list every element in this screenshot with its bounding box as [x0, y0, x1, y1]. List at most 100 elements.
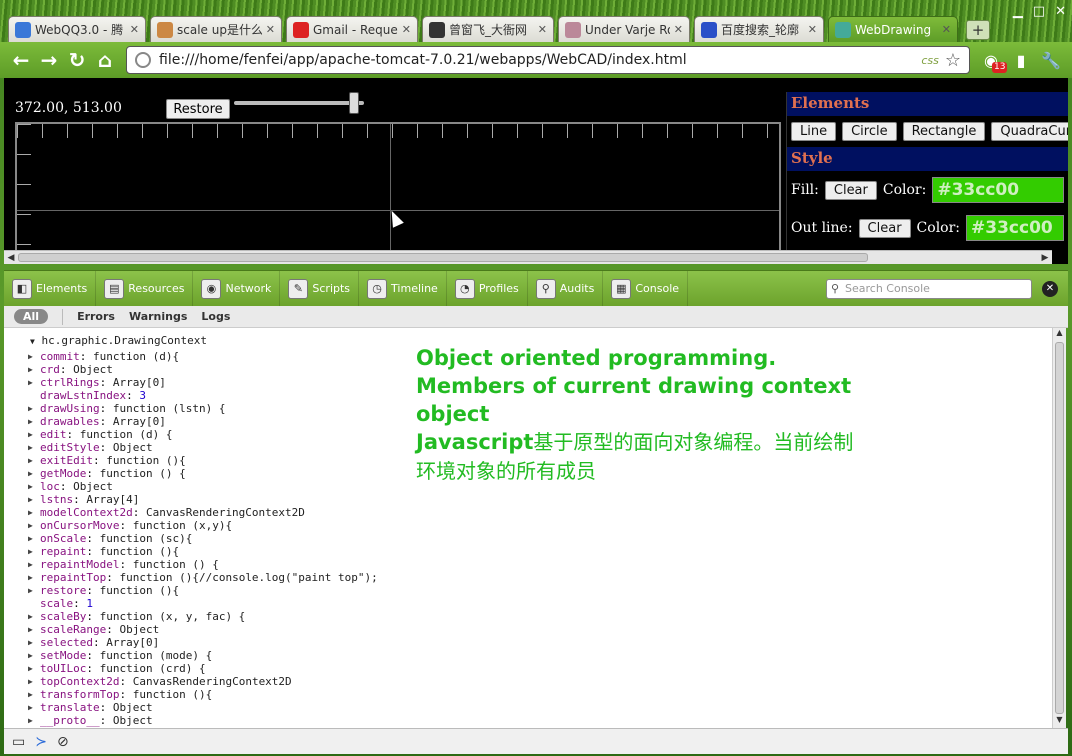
- property-row[interactable]: ▶ selected: Array[0]: [28, 636, 378, 649]
- outline-color-input[interactable]: #33cc00: [966, 215, 1064, 241]
- tab-4[interactable]: 曾窗飞_大衙网 ✕: [422, 16, 554, 42]
- console-scroll-thumb[interactable]: [1055, 342, 1064, 714]
- property-row[interactable]: ▶ repaintTop: function (){//console.log("…: [28, 571, 378, 584]
- expand-triangle-icon[interactable]: ▶: [28, 636, 33, 649]
- property-row[interactable]: ▶ exitEdit: function (){: [28, 454, 378, 467]
- tab-close-icon[interactable]: ✕: [398, 23, 411, 36]
- devtools-tab-console[interactable]: ▦ Console: [603, 270, 689, 307]
- scroll-right-icon[interactable]: ▶: [1038, 251, 1052, 265]
- scroll-up-icon[interactable]: ▲: [1053, 328, 1066, 341]
- filter-warnings[interactable]: Warnings: [129, 310, 187, 323]
- property-row[interactable]: ▶ toUILoc: function (crd) {: [28, 662, 378, 675]
- console-prompt-icon[interactable]: ≻: [35, 734, 47, 750]
- property-row[interactable]: ▶ scaleRange: Object: [28, 623, 378, 636]
- property-row[interactable]: ▶ lstns: Array[4]: [28, 493, 378, 506]
- home-button[interactable]: ⌂: [92, 47, 118, 73]
- expand-triangle-icon[interactable]: ▶: [28, 532, 33, 545]
- quadracurve-button[interactable]: QuadraCurv: [991, 122, 1068, 141]
- circle-button[interactable]: Circle: [842, 122, 897, 141]
- expand-triangle-icon[interactable]: ▶: [28, 662, 33, 675]
- expand-triangle-icon[interactable]: ▶: [28, 402, 33, 415]
- console-vertical-scrollbar[interactable]: ▲ ▼: [1052, 328, 1066, 728]
- scroll-down-icon[interactable]: ▼: [1053, 715, 1066, 728]
- devtools-tab-resources[interactable]: ▤ Resources: [96, 270, 194, 307]
- expand-triangle-icon[interactable]: ▶: [28, 610, 33, 623]
- property-row[interactable]: ▶ drawUsing: function (lstn) {: [28, 402, 378, 415]
- expand-triangle-icon[interactable]: ▶: [28, 441, 33, 454]
- tab-3[interactable]: Gmail - Reques ✕: [286, 16, 418, 42]
- property-row[interactable]: ▶ scaleBy: function (x, y, fac) {: [28, 610, 378, 623]
- tab-close-icon[interactable]: ✕: [262, 23, 275, 36]
- expand-triangle-icon[interactable]: ▶: [28, 480, 33, 493]
- devtools-tab-network[interactable]: ◉ Network: [193, 270, 281, 307]
- tab-close-icon[interactable]: ✕: [670, 23, 683, 36]
- restore-button[interactable]: Restore: [166, 99, 230, 119]
- fill-clear-button[interactable]: Clear: [824, 180, 877, 200]
- property-row[interactable]: ▶ setMode: function (mode) {: [28, 649, 378, 662]
- expand-triangle-icon[interactable]: ▶: [28, 415, 33, 428]
- tab-5[interactable]: Under Varje Ro ✕: [558, 16, 690, 42]
- expand-triangle-icon[interactable]: ▶: [28, 675, 33, 688]
- property-row[interactable]: ▶ ctrlRings: Array[0]: [28, 376, 378, 389]
- tab-2[interactable]: scale up是什么 ✕: [150, 16, 282, 42]
- close-devtools-icon[interactable]: ✕: [1042, 281, 1058, 297]
- fill-color-input[interactable]: #33cc00: [932, 177, 1064, 203]
- expand-triangle-icon[interactable]: ▶: [28, 363, 33, 376]
- close-window-icon[interactable]: ✕: [1055, 4, 1066, 19]
- expand-triangle-icon[interactable]: ▶: [28, 506, 33, 519]
- minimize-icon[interactable]: ▁: [1013, 4, 1023, 19]
- forward-button[interactable]: →: [36, 47, 62, 73]
- property-row[interactable]: ▶ transformTop: function (){: [28, 688, 378, 701]
- bookmark-star-icon[interactable]: ☆: [945, 50, 961, 71]
- expand-triangle-icon[interactable]: ▶: [28, 545, 33, 558]
- devtools-tab-timeline[interactable]: ◷ Timeline: [359, 270, 447, 307]
- property-row[interactable]: ▶ modelContext2d: CanvasRenderingContext2…: [28, 506, 378, 519]
- property-row[interactable]: ▶ repaintModel: function () {: [28, 558, 378, 571]
- property-row[interactable]: ▶ topContext2d: CanvasRenderingContext2D: [28, 675, 378, 688]
- expand-triangle-icon[interactable]: ▶: [28, 571, 33, 584]
- expand-triangle-icon[interactable]: ▶: [28, 493, 33, 506]
- property-row[interactable]: ▶ commit: function (d){: [28, 350, 378, 363]
- property-row[interactable]: ▶ restore: function (){: [28, 584, 378, 597]
- property-row[interactable]: ▶ __proto__: Object: [28, 714, 378, 727]
- scroll-left-icon[interactable]: ◀: [4, 251, 18, 265]
- expand-triangle-icon[interactable]: ▶: [28, 558, 33, 571]
- expand-triangle-icon[interactable]: ▶: [28, 714, 33, 727]
- tab-6[interactable]: 百度搜索_轮廓 ✕: [694, 16, 824, 42]
- scroll-thumb[interactable]: [18, 253, 868, 262]
- settings-button[interactable]: 🔧: [1040, 50, 1062, 72]
- maximize-icon[interactable]: □: [1033, 4, 1045, 19]
- expand-triangle-icon[interactable]: ▶: [28, 376, 33, 389]
- devtools-tab-audits[interactable]: ⚲ Audits: [528, 270, 604, 307]
- zoom-slider-track[interactable]: [234, 101, 364, 105]
- property-row[interactable]: ▶ onCursorMove: function (x,y){: [28, 519, 378, 532]
- reload-button[interactable]: ↻: [64, 47, 90, 73]
- property-row[interactable]: ▶ onScale: function (sc){: [28, 532, 378, 545]
- expand-triangle-icon[interactable]: ▶: [28, 701, 33, 714]
- outline-clear-button[interactable]: Clear: [858, 218, 911, 238]
- back-button[interactable]: ←: [8, 47, 34, 73]
- rectangle-button[interactable]: Rectangle: [902, 122, 986, 141]
- tab-close-icon[interactable]: ✕: [804, 23, 817, 36]
- search-console-input[interactable]: ⚲ Search Console: [826, 279, 1032, 299]
- expand-triangle-icon[interactable]: ▶: [28, 584, 33, 597]
- devtools-tab-scripts[interactable]: ✎ Scripts: [280, 270, 360, 307]
- expand-triangle-icon[interactable]: ▶: [28, 350, 33, 363]
- tab-1[interactable]: WebQQ3.0 - 腾 ✕: [8, 16, 146, 42]
- expand-triangle-icon[interactable]: ▶: [28, 519, 33, 532]
- object-root[interactable]: ▼ hc.graphic.DrawingContext: [30, 334, 207, 347]
- tab-close-icon[interactable]: ✕: [938, 23, 951, 36]
- expand-triangle-icon[interactable]: ▶: [28, 688, 33, 701]
- page-horizontal-scrollbar[interactable]: ◀ ▶: [4, 250, 1052, 264]
- filter-errors[interactable]: Errors: [77, 310, 115, 323]
- drawing-canvas[interactable]: [15, 122, 781, 252]
- tab-close-icon[interactable]: ✕: [126, 23, 139, 36]
- property-row[interactable]: ▶ translate: Object: [28, 701, 378, 714]
- property-row[interactable]: ▶ drawables: Array[0]: [28, 415, 378, 428]
- extension-button[interactable]: ◉ 13: [980, 50, 1008, 73]
- dock-icon[interactable]: ▭: [12, 734, 25, 750]
- address-bar[interactable]: file:///home/fenfei/app/apache-tomcat-7.…: [126, 46, 970, 74]
- new-tab-button[interactable]: +: [966, 20, 990, 40]
- filter-logs[interactable]: Logs: [201, 310, 230, 323]
- filter-all[interactable]: All: [14, 309, 49, 324]
